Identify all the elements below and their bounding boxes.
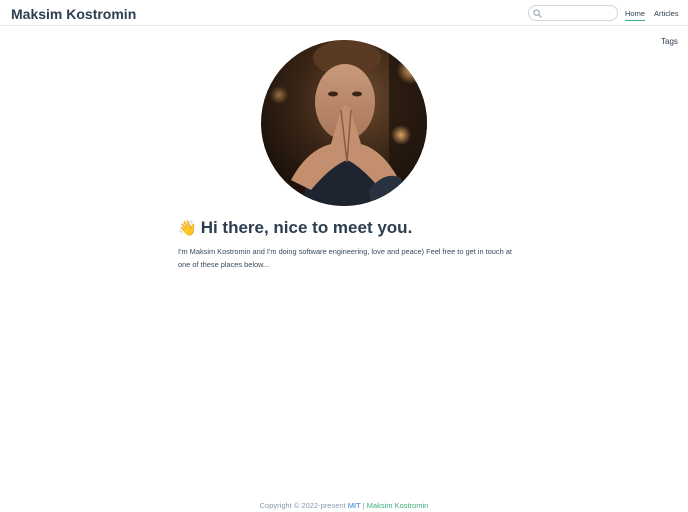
tags-link[interactable]: Tags [661,37,678,46]
site-name-link[interactable]: Maksim Kostromin [11,6,136,22]
waving-hand-icon: 👋 [178,220,197,237]
footer: Copyright © 2022-present MIT | Maksim Ko… [0,501,688,510]
footer-separator: | [362,501,365,510]
navbar: Maksim Kostromin Home Articles [0,0,688,26]
page-title-text: Hi there, nice to meet you. [200,218,413,237]
bio-text: I'm Maksim Kostromin and I'm doing softw… [178,247,512,269]
profile-photo-icon [261,40,427,206]
search-box[interactable] [528,5,618,21]
author-link[interactable]: Maksim Kostromin [367,501,429,510]
search-icon [533,9,542,18]
nav-articles-link[interactable]: Articles [654,9,679,18]
nav-home-link[interactable]: Home [625,9,646,21]
copyright-text: Copyright © 2022-present [259,501,346,510]
page-title: 👋 Hi there, nice to meet you. [178,218,412,238]
license-link[interactable]: MIT [348,501,361,510]
avatar [261,40,427,206]
search-input[interactable] [543,7,615,19]
